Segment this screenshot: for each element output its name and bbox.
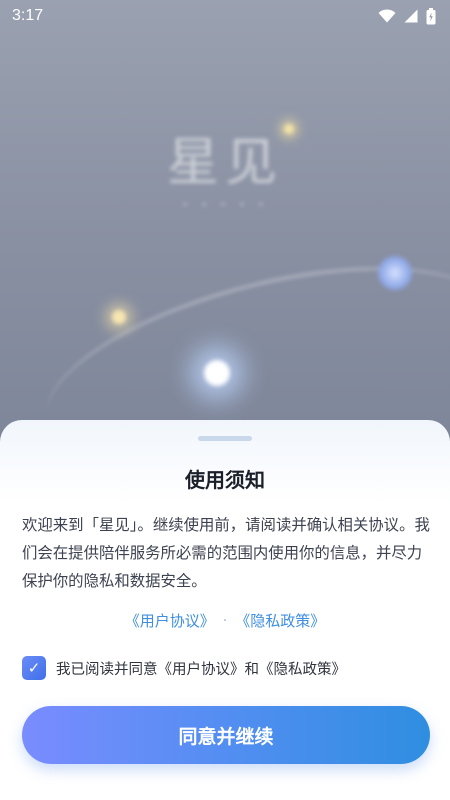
app-tagline-blurred: • • • • • (181, 198, 269, 212)
status-icons (378, 7, 436, 25)
user-agreement-link[interactable]: 《用户协议》 (125, 610, 215, 631)
agree-continue-button[interactable]: 同意并继续 (22, 706, 430, 764)
app-screen: 3:17 星见 • • • • • 使用须知 欢迎来到「星见」。继续使用前，请阅… (0, 0, 450, 800)
glow-orb-bright (204, 360, 230, 386)
agreement-links: 《用户协议》 · 《隐私政策》 (0, 610, 450, 631)
notice-text: 欢迎来到「星见」。继续使用前，请阅读并确认相关协议。我们会在提供陪伴服务所必需的… (22, 516, 430, 590)
cellular-signal-icon (404, 9, 418, 23)
consent-label: 我已阅读并同意《用户协议》和《隐私政策》 (56, 661, 346, 678)
privacy-policy-link[interactable]: 《隐私政策》 (235, 610, 325, 631)
checkmark-icon: ✓ (27, 659, 41, 677)
glow-orb-large (378, 256, 412, 290)
sheet-drag-handle[interactable] (198, 436, 252, 441)
status-bar: 3:17 (0, 0, 450, 32)
splash-background: 星见 • • • • • (0, 32, 450, 506)
app-logo: 星见 (166, 133, 283, 193)
star-sparkle-icon (284, 124, 294, 134)
consent-row[interactable]: ✓ 我已阅读并同意《用户协议》和《隐私政策》 (22, 656, 346, 680)
consent-checkbox[interactable]: ✓ (22, 656, 46, 680)
glow-orb-small (112, 310, 126, 324)
dialog-title: 使用须知 (185, 468, 265, 492)
link-separator: · (222, 612, 228, 629)
wifi-icon (378, 9, 396, 23)
status-time: 3:17 (12, 7, 44, 24)
consent-sheet: 使用须知 欢迎来到「星见」。继续使用前，请阅读并确认相关协议。我们会在提供陪伴服… (0, 420, 450, 800)
battery-icon (426, 7, 436, 24)
